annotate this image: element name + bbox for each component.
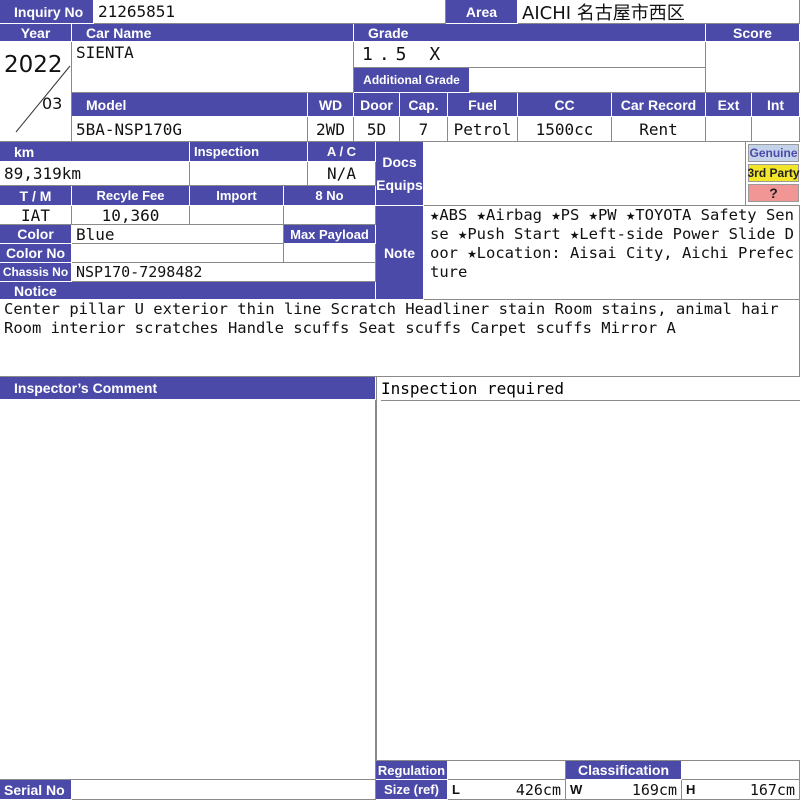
int-label: Int <box>752 93 800 117</box>
inspection-label: Inspection <box>190 142 308 162</box>
wd-label: WD <box>308 93 354 117</box>
wd-value: 2WD <box>308 117 354 142</box>
color-label: Color <box>0 225 72 244</box>
door-value: 5D <box>354 117 400 142</box>
size-h-value: 167cm <box>749 780 795 799</box>
car-record-label: Car Record <box>612 93 706 117</box>
tm-label: T / M <box>0 186 72 206</box>
cc-label: CC <box>518 93 612 117</box>
additional-grade-label: Additional Grade <box>354 68 470 93</box>
chassis-no-value: NSP170-7298482 <box>72 263 376 282</box>
grade-label: Grade <box>354 24 706 42</box>
area-label: Area <box>446 0 518 24</box>
regulation-value <box>448 761 566 780</box>
size-h-label: H <box>686 782 696 797</box>
cap-label: Cap. <box>400 93 448 117</box>
eight-no-value <box>284 206 376 225</box>
fuel-value: Petrol <box>448 117 518 142</box>
ext-label: Ext <box>706 93 752 117</box>
import-label: Import <box>190 186 284 206</box>
size-w-label: W <box>570 782 583 797</box>
ac-label: A / C <box>308 142 376 162</box>
score-label: Score <box>706 24 800 42</box>
recycle-fee-value: 10,360 <box>72 206 190 225</box>
inspection-panel: Inspection required <box>376 377 800 761</box>
ext-value <box>706 117 752 142</box>
notice-label: Notice <box>0 282 376 300</box>
equips-label: Equips <box>376 176 423 193</box>
eight-no-label: 8 No <box>284 186 376 206</box>
size-length-cell: L 426cm <box>448 780 566 800</box>
area-value: AICHI 名古屋市西区 <box>518 0 800 24</box>
third-party-badge[interactable]: 3rd Party <box>747 164 800 182</box>
unknown-badge[interactable]: ? <box>748 184 799 202</box>
score-value <box>706 42 800 93</box>
import-value <box>190 206 284 225</box>
inspection-value <box>190 162 308 186</box>
size-ref-label: Size (ref) <box>376 780 448 800</box>
door-label: Door <box>354 93 400 117</box>
regulation-label: Regulation <box>376 761 448 780</box>
size-width-cell: W 169cm <box>566 780 682 800</box>
genuine-badge[interactable]: Genuine <box>748 144 799 162</box>
size-l-label: L <box>452 782 460 797</box>
inspection-status: Inspection required <box>381 377 800 401</box>
inquiry-no-label: Inquiry No <box>0 0 94 24</box>
color-no-value <box>72 244 284 263</box>
docs-equips-value <box>424 142 746 206</box>
docs-label: Docs <box>382 153 417 170</box>
fuel-label: Fuel <box>448 93 518 117</box>
classification-value <box>682 761 800 780</box>
tm-value: IAT <box>0 206 72 225</box>
color-no-label: Color No <box>0 244 72 263</box>
cc-value: 1500cc <box>518 117 612 142</box>
docs-equips-label: Docs Equips <box>376 142 424 206</box>
max-payload-value <box>284 244 376 263</box>
inspectors-comment-value <box>0 400 376 780</box>
notice-value: Center pillar U exterior thin line Scrat… <box>0 300 800 377</box>
car-record-value: Rent <box>612 117 706 142</box>
serial-no-value <box>72 780 376 800</box>
grade-value: 1.5 X <box>354 42 706 68</box>
max-payload-label: Max Payload <box>284 225 376 244</box>
car-name-label: Car Name <box>72 24 354 42</box>
inspectors-comment-label: Inspector’s Comment <box>0 377 376 400</box>
model-value: 5BA-NSP170G <box>72 117 308 142</box>
car-name-value: SIENTA <box>72 42 354 93</box>
color-value: Blue <box>72 225 284 244</box>
note-value: ★ABS ★Airbag ★PS ★PW ★TOYOTA Safety Sens… <box>424 206 800 300</box>
cap-value: 7 <box>400 117 448 142</box>
classification-label: Classification <box>566 761 682 780</box>
year-cell: 2022 03 <box>0 42 72 142</box>
size-w-value: 169cm <box>631 780 677 799</box>
inquiry-no-value: 21265851 <box>94 0 446 24</box>
km-value: 89,319km <box>0 162 190 186</box>
ac-value: N/A <box>308 162 376 186</box>
chassis-no-label: Chassis No <box>0 263 72 282</box>
serial-no-label: Serial No <box>0 780 72 800</box>
size-l-value: 426cm <box>515 780 561 799</box>
int-value <box>752 117 800 142</box>
year-value: 2022 <box>4 52 63 78</box>
recycle-fee-label: Recyle Fee <box>72 186 190 206</box>
model-label: Model <box>72 93 308 117</box>
month-value: 03 <box>42 94 63 113</box>
note-label: Note <box>376 206 424 300</box>
parts-badges: Genuine 3rd Party ? <box>746 142 800 206</box>
additional-grade-value <box>470 68 706 93</box>
size-height-cell: H 167cm <box>682 780 800 800</box>
km-label: km <box>0 142 190 162</box>
year-label: Year <box>0 24 72 42</box>
